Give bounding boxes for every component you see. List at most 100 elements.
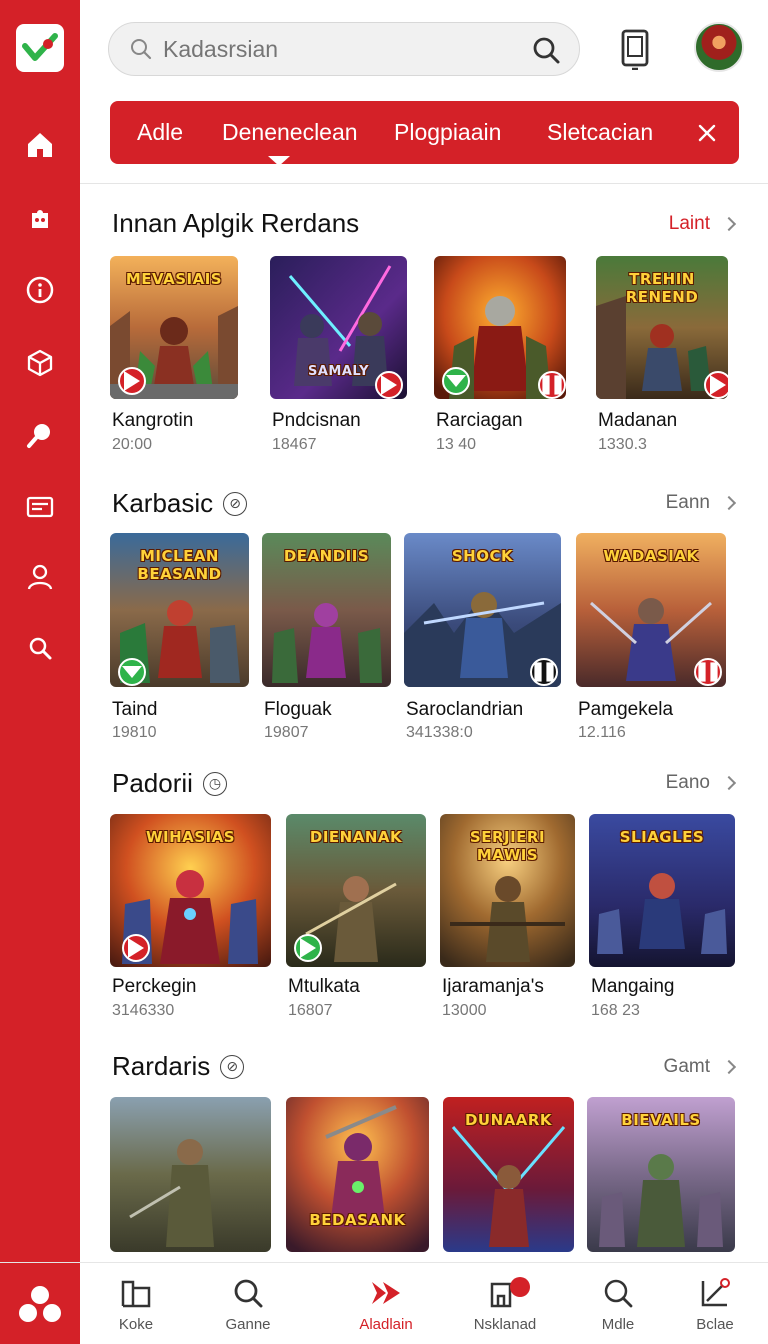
see-more-label: Eann bbox=[665, 492, 710, 513]
section-title: Karbasic ⊘ bbox=[112, 488, 248, 519]
thumbnail-title: MEVASIAIS bbox=[125, 270, 223, 288]
see-more-link[interactable]: Laint bbox=[669, 213, 737, 235]
game-count: 3146330 bbox=[112, 1002, 175, 1019]
game-count: 341338:0 bbox=[406, 724, 473, 741]
game-card[interactable]: DUNAARK bbox=[443, 1097, 574, 1252]
nav-active[interactable]: Aladlain bbox=[331, 1263, 441, 1344]
search-input[interactable] bbox=[163, 35, 503, 63]
search-bar[interactable] bbox=[108, 22, 580, 76]
user-icon[interactable] bbox=[20, 557, 60, 597]
game-card[interactable]: MEVASIAIS Kangrotin 20:00 bbox=[110, 256, 238, 453]
game-card[interactable]: SAMALY Pndcisnan 18467 bbox=[270, 256, 407, 453]
game-thumbnail: BIEVAILS bbox=[587, 1097, 735, 1252]
game-count: 12.116 bbox=[578, 724, 626, 741]
play-icon bbox=[118, 367, 146, 395]
game-thumbnail: SHOCK bbox=[404, 533, 561, 687]
game-card[interactable] bbox=[110, 1097, 271, 1252]
nav-label: Bclae bbox=[696, 1315, 734, 1333]
game-thumbnail: SLIAGLES bbox=[589, 814, 735, 967]
game-card[interactable]: Rarciagan 13 40 bbox=[434, 256, 566, 453]
game-card[interactable]: WIHASIAS Perckegin 3146330 bbox=[110, 814, 271, 1019]
game-card[interactable]: BEDASANK bbox=[286, 1097, 429, 1252]
thumbnail-title: MICLEAN BEASAND bbox=[137, 547, 222, 583]
game-name: Madanan bbox=[598, 410, 678, 431]
app-root: Adle Deneneclean Plogpiaain Sletcacian I… bbox=[0, 0, 768, 1344]
info-circle-icon[interactable] bbox=[20, 270, 60, 310]
building-icon bbox=[121, 1280, 151, 1307]
header-divider bbox=[80, 183, 768, 184]
game-card[interactable]: DEANDIIS Floguak 19807 bbox=[262, 533, 391, 741]
cube-icon[interactable] bbox=[20, 343, 60, 383]
game-name: Kangrotin bbox=[112, 410, 194, 431]
tab-deneneclean[interactable]: Deneneclean bbox=[222, 101, 358, 164]
avatar[interactable] bbox=[694, 22, 744, 72]
game-card[interactable]: BIEVAILS bbox=[587, 1097, 735, 1252]
app-logo[interactable] bbox=[16, 24, 64, 72]
search-icon bbox=[234, 1279, 263, 1307]
pause-icon bbox=[530, 658, 558, 686]
list-card-icon[interactable] bbox=[20, 487, 60, 527]
game-count: 16807 bbox=[288, 1002, 333, 1019]
game-name: Saroclandrian bbox=[406, 699, 524, 720]
nav-label: Ganne bbox=[225, 1315, 271, 1333]
see-more-label: Eano bbox=[665, 772, 710, 793]
game-card[interactable]: DIENANAK Mtulkata 16807 bbox=[286, 814, 426, 1019]
apps-icon[interactable] bbox=[0, 1263, 80, 1344]
game-name: Pamgekela bbox=[578, 699, 674, 720]
magnifier-icon[interactable] bbox=[20, 415, 60, 455]
thumbnail-title: DIENANAK bbox=[309, 828, 403, 846]
search-submit-icon[interactable] bbox=[531, 35, 561, 65]
arrow-icon bbox=[372, 1281, 400, 1304]
game-name: Pndcisnan bbox=[272, 410, 361, 431]
tab-sletcacian[interactable]: Sletcacian bbox=[547, 101, 653, 164]
close-icon[interactable] bbox=[692, 118, 722, 148]
nav-games[interactable]: Ganne bbox=[193, 1263, 303, 1344]
pause-icon bbox=[538, 371, 566, 399]
game-thumbnail: TREHIN RENEND bbox=[596, 256, 728, 399]
game-name: Taind bbox=[112, 699, 158, 720]
game-card[interactable]: TREHIN RENEND Madanan 1330.3 bbox=[596, 256, 728, 453]
notification-badge bbox=[510, 1277, 530, 1297]
nav-search[interactable]: Mdle bbox=[563, 1263, 673, 1344]
game-card[interactable]: WADASIAK Pamgekela 12.116 bbox=[576, 533, 726, 741]
puzzle-icon[interactable] bbox=[20, 198, 60, 238]
game-card[interactable]: SHOCK Saroclandrian 341338:0 bbox=[404, 533, 561, 741]
device-icon[interactable] bbox=[618, 28, 652, 71]
see-more-link[interactable]: Gamt bbox=[664, 1056, 737, 1078]
tab-plogpiaain[interactable]: Plogpiaain bbox=[394, 101, 501, 164]
nav-home[interactable]: Koke bbox=[81, 1263, 191, 1344]
play-icon bbox=[294, 934, 322, 962]
see-more-link[interactable]: Eano bbox=[665, 772, 737, 794]
chevron-right-icon bbox=[721, 1059, 737, 1075]
nav-label: Nsklanad bbox=[473, 1315, 537, 1333]
thumbnail-title: DEANDIIS bbox=[283, 547, 370, 565]
game-card[interactable]: MICLEAN BEASAND Taind 19810 bbox=[110, 533, 249, 741]
game-thumbnail: DIENANAK bbox=[286, 814, 426, 967]
section-title-text: Padorii bbox=[112, 768, 193, 798]
no-signal-icon: ⊘ bbox=[220, 1054, 245, 1079]
game-name: Ijaramanja's bbox=[442, 976, 544, 997]
game-count: 13000 bbox=[442, 1002, 487, 1019]
game-thumbnail bbox=[434, 256, 566, 399]
game-name: Perckegin bbox=[112, 976, 197, 997]
see-more-link[interactable]: Eann bbox=[665, 492, 737, 514]
nav-label: Mdle bbox=[601, 1315, 635, 1333]
search-icon[interactable] bbox=[20, 629, 60, 669]
game-count: 20:00 bbox=[112, 436, 153, 453]
thumbnail-title: SLIAGLES bbox=[619, 828, 705, 846]
tab-adle[interactable]: Adle bbox=[137, 101, 183, 164]
game-name: Rarciagan bbox=[436, 410, 523, 431]
play-icon bbox=[122, 934, 150, 962]
game-count: 19807 bbox=[264, 724, 309, 741]
home-icon[interactable] bbox=[20, 125, 60, 165]
nav-notifications[interactable]: Nsklanad bbox=[450, 1263, 560, 1344]
game-card[interactable]: SERJIERI MAWIS Ijaramanja's 13000 bbox=[440, 814, 575, 1019]
section-title-text: Karbasic bbox=[112, 488, 214, 518]
nav-edit[interactable]: Bclae bbox=[660, 1263, 768, 1344]
game-thumbnail bbox=[110, 1097, 271, 1252]
thumbnail-title: TREHIN RENEND bbox=[625, 270, 699, 306]
play-icon bbox=[704, 371, 728, 399]
edit-icon bbox=[701, 1277, 730, 1306]
pause-icon bbox=[694, 658, 722, 686]
game-card[interactable]: SLIAGLES Mangaing 168 23 bbox=[589, 814, 735, 1019]
